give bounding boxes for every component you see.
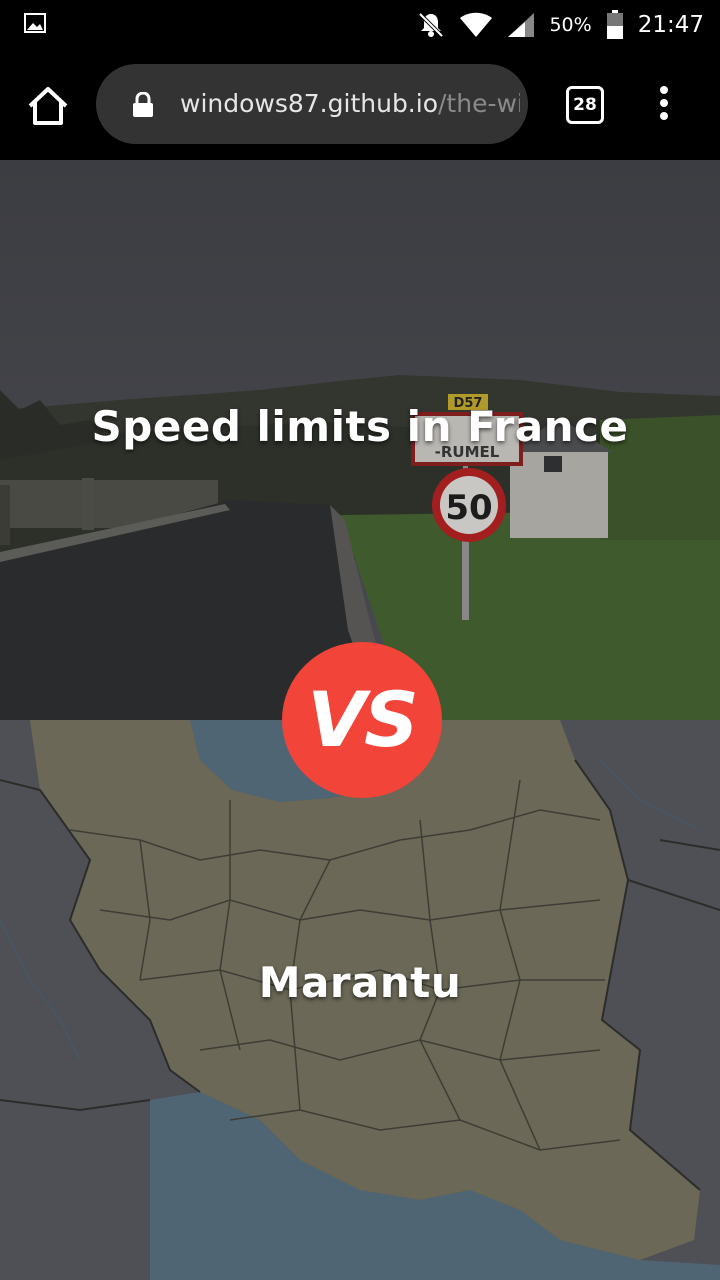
signal-icon: [508, 13, 535, 37]
status-icons: 50% 21:47: [417, 0, 704, 50]
tab-count: 28: [573, 95, 597, 115]
option-bottom[interactable]: Marantu: [0, 720, 720, 1280]
home-icon[interactable]: [24, 82, 72, 130]
speed-limit-number: 50: [445, 488, 492, 528]
url-path: /the-wi: [438, 89, 520, 118]
browser-toolbar: windows87.github.io/the-wi 28: [0, 50, 720, 160]
lock-icon: [133, 92, 153, 117]
option-top-title: Speed limits in France: [91, 402, 629, 451]
gallery-icon: [24, 13, 46, 33]
tabs-button[interactable]: 28: [566, 86, 604, 124]
clock: 21:47: [637, 12, 704, 38]
battery-percent: 50%: [549, 14, 592, 36]
url-text: windows87.github.io/the-wi: [180, 64, 520, 144]
status-bar: 50% 21:47: [0, 0, 720, 50]
address-bar[interactable]: windows87.github.io/the-wi: [96, 64, 528, 144]
option-top[interactable]: D57 -RUMEL 50 Speed limits in France: [0, 160, 720, 720]
notifications-off-icon: [419, 12, 444, 38]
overflow-menu-icon[interactable]: [650, 86, 678, 122]
vs-badge: VS: [282, 642, 442, 798]
wifi-icon: [460, 12, 493, 37]
option-bottom-title: Marantu: [258, 958, 462, 1007]
battery-icon: [606, 10, 623, 39]
url-host: windows87.github.io: [180, 89, 438, 118]
